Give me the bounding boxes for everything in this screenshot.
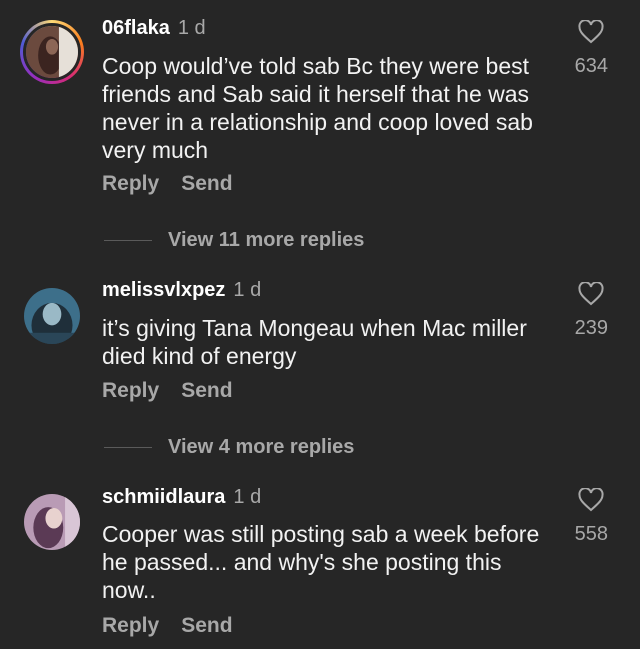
send-button[interactable]: Send (181, 614, 232, 637)
heart-outline-icon[interactable] (578, 282, 604, 306)
reply-button[interactable]: Reply (102, 614, 159, 637)
avatar-image (24, 288, 80, 344)
comment-meta: melissvlxpez 1 d (102, 278, 261, 302)
heart-outline-icon[interactable] (578, 488, 604, 512)
send-button[interactable]: Send (181, 379, 232, 402)
like-count: 239 (574, 317, 608, 339)
comment-text: it’s giving Tana Mongeau when Mac miller… (102, 315, 527, 369)
username[interactable]: schmiidlaura (102, 486, 225, 508)
comment-meta: schmiidlaura 1 d (102, 485, 261, 509)
comment-actions: Reply Send (102, 614, 255, 638)
timestamp: 1 d (233, 486, 262, 508)
comment-actions: Reply Send (102, 172, 255, 196)
comment-text: Cooper was still posting sab a week befo… (102, 521, 540, 603)
heart-outline-icon[interactable] (578, 20, 604, 44)
comment-text: Coop would’ve told sab Bc they were best… (102, 53, 533, 163)
like-count: 634 (574, 55, 608, 77)
comment-actions: Reply Send (102, 379, 255, 403)
avatar-image (24, 494, 80, 550)
view-more-replies-label: View 4 more replies (168, 436, 355, 458)
reply-button[interactable]: Reply (102, 172, 159, 195)
view-more-replies-label: View 11 more replies (168, 229, 365, 251)
username[interactable]: melissvlxpez (102, 279, 225, 301)
send-button[interactable]: Send (181, 172, 232, 195)
divider-line (104, 240, 152, 242)
avatar[interactable] (24, 494, 80, 550)
avatar[interactable] (24, 288, 80, 344)
view-more-replies[interactable]: View 4 more replies (104, 435, 354, 459)
view-more-replies[interactable]: View 11 more replies (104, 228, 364, 252)
like-count: 558 (574, 523, 608, 545)
avatar-story-ring[interactable] (20, 20, 84, 84)
divider-line (104, 447, 152, 449)
timestamp: 1 d (233, 279, 262, 301)
timestamp: 1 d (177, 17, 206, 39)
reply-button[interactable]: Reply (102, 379, 159, 402)
comment-meta: 06flaka 1 d (102, 16, 206, 40)
username[interactable]: 06flaka (102, 17, 170, 39)
avatar-image (26, 26, 78, 78)
